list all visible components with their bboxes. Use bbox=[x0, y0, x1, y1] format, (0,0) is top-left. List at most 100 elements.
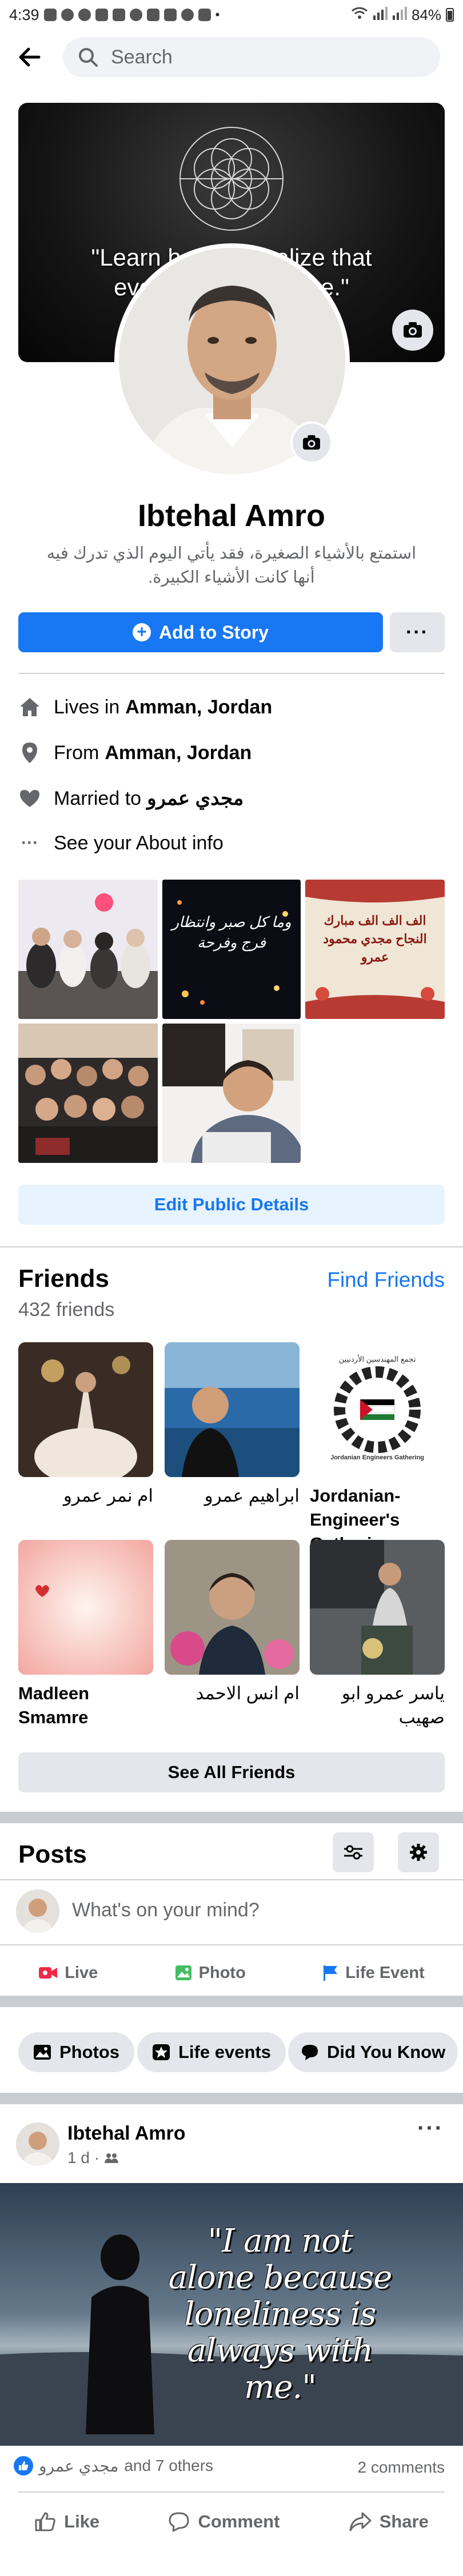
section-separator bbox=[0, 1996, 463, 2007]
lives-in-row[interactable]: Lives in Amman, Jordan bbox=[18, 690, 272, 724]
post-author[interactable]: Ibtehal Amro bbox=[67, 2122, 186, 2145]
whats-on-your-mind-input[interactable]: What's on your mind? bbox=[72, 1899, 260, 1921]
divider bbox=[0, 1879, 463, 1880]
avatar[interactable] bbox=[16, 2122, 59, 2166]
friend-name[interactable]: ام انس الاحمد bbox=[165, 1682, 300, 1706]
edit-public-details-button[interactable]: Edit Public Details bbox=[18, 1185, 445, 1225]
friends-audience-icon bbox=[105, 2153, 119, 2163]
from-row[interactable]: From Amman, Jordan bbox=[18, 736, 252, 770]
back-button[interactable] bbox=[11, 39, 48, 75]
plus-icon: + bbox=[133, 623, 151, 641]
wifi-icon bbox=[351, 6, 368, 24]
see-all-friends-button[interactable]: See All Friends bbox=[18, 1752, 445, 1792]
post-image[interactable]: "I am not alone because loneliness is al… bbox=[0, 2183, 463, 2446]
profile-more-button[interactable]: ··· bbox=[390, 612, 445, 652]
live-label: Live bbox=[65, 1963, 98, 1982]
speech-bubble-icon bbox=[302, 2045, 318, 2060]
live-video-icon bbox=[39, 1967, 58, 1979]
mail-notification-icon bbox=[146, 9, 159, 21]
friend-avatar bbox=[165, 1342, 300, 1477]
profile-bio: استمتع بالأشياء الصغيرة، فقد يأتي اليوم … bbox=[46, 544, 417, 587]
married-value: مجدي عمرو bbox=[147, 788, 244, 809]
life-events-chip[interactable]: Life events bbox=[137, 2032, 286, 2072]
photo-image bbox=[162, 1024, 301, 1163]
photo-button[interactable]: Photo bbox=[175, 1964, 246, 1983]
live-button[interactable]: Live bbox=[38, 1964, 98, 1983]
pinterest-notification-icon bbox=[129, 9, 142, 21]
section-separator bbox=[0, 2093, 463, 2104]
comment-button[interactable]: Comment bbox=[168, 2511, 280, 2532]
battery-icon bbox=[446, 8, 454, 22]
featured-photo[interactable] bbox=[18, 1024, 158, 1163]
flower-of-life-graphic bbox=[179, 127, 284, 231]
friend-photo[interactable]: تجمع المهندسين الأردنيين Jordanian Engin… bbox=[310, 1342, 445, 1477]
from-value: Amman, Jordan bbox=[105, 741, 252, 764]
friend-photo[interactable] bbox=[165, 1342, 300, 1477]
featured-photo[interactable]: وما كل صبر وانتظار فرج وفرحة bbox=[162, 880, 301, 1019]
friend-photo[interactable] bbox=[18, 1342, 153, 1477]
life-event-button[interactable]: Life Event bbox=[322, 1964, 425, 1983]
reactions-name: مجدي عمرو bbox=[39, 2457, 119, 2475]
edit-cover-button[interactable] bbox=[392, 310, 433, 351]
reactions-summary[interactable]: مجدي عمرو and 7 others bbox=[14, 2456, 213, 2475]
friend-name[interactable]: ام نمر عمرو bbox=[18, 1484, 153, 1508]
friend-avatar bbox=[18, 1342, 153, 1477]
gmail-notification-icon bbox=[163, 9, 177, 21]
friend-name[interactable]: Madleen Smamre bbox=[18, 1682, 153, 1730]
photo-image bbox=[18, 1024, 158, 1163]
heart-icon bbox=[18, 787, 41, 810]
friend-photo[interactable] bbox=[18, 1540, 153, 1675]
featured-photo[interactable]: الف الف الف مبارك النجاح مجدي محمود عمرو bbox=[305, 880, 445, 1019]
back-arrow-icon bbox=[19, 47, 41, 67]
friend-name[interactable]: ابراهيم عمرو bbox=[165, 1484, 300, 1508]
life-events-chip-label: Life events bbox=[178, 2042, 271, 2062]
photo-image bbox=[18, 880, 158, 1019]
notification-icon bbox=[43, 9, 57, 21]
top-nav: Search bbox=[0, 30, 463, 85]
friend-avatar bbox=[310, 1540, 445, 1675]
add-to-story-button[interactable]: + Add to Story bbox=[18, 612, 383, 652]
profile-name: Ibtehal Amro bbox=[137, 499, 326, 533]
photos-chip[interactable]: Photos bbox=[18, 2032, 135, 2072]
logo-text: تجمع المهندسين الأردنيين bbox=[338, 1355, 416, 1363]
share-button[interactable]: Share bbox=[349, 2511, 429, 2532]
facebook-notification-icon bbox=[78, 9, 91, 21]
comments-count[interactable]: 2 comments bbox=[358, 2458, 445, 2477]
like-label: Like bbox=[64, 2511, 100, 2531]
gear-icon bbox=[410, 1844, 427, 1861]
more-horizontal-icon: ··· bbox=[21, 833, 38, 852]
search-input[interactable]: Search bbox=[63, 37, 440, 77]
sliders-icon bbox=[344, 1845, 362, 1860]
divider bbox=[18, 2491, 445, 2493]
featured-photo[interactable] bbox=[162, 1024, 301, 1163]
post-settings-button[interactable] bbox=[398, 1832, 439, 1872]
more-notifications-icon: • bbox=[215, 7, 220, 22]
photo-label: Photo bbox=[198, 1963, 246, 1982]
notification-icon bbox=[181, 9, 194, 21]
friend-photo[interactable] bbox=[310, 1540, 445, 1675]
filter-posts-button[interactable] bbox=[333, 1832, 374, 1872]
logo-subtext: Jordanian Engineers Gathering bbox=[330, 1454, 424, 1461]
relationship-row[interactable]: Married to مجدي عمرو bbox=[18, 781, 244, 816]
did-you-know-chip[interactable]: Did You Know bbox=[288, 2032, 458, 2072]
camera-icon bbox=[404, 322, 422, 338]
edit-profile-picture-button[interactable] bbox=[290, 422, 333, 464]
avatar-image bbox=[16, 2122, 59, 2166]
post-options-button[interactable]: ··· bbox=[417, 2116, 444, 2141]
composer-actions: Live Photo Life Event bbox=[0, 1955, 463, 1991]
youtube-notification-icon bbox=[95, 9, 108, 21]
lives-in-prefix: Lives in bbox=[54, 696, 120, 718]
featured-photo[interactable] bbox=[18, 880, 158, 1019]
posts-title: Posts bbox=[18, 1840, 87, 1868]
friend-photo[interactable] bbox=[165, 1540, 300, 1675]
facebook-notification-icon bbox=[61, 9, 74, 21]
search-placeholder: Search bbox=[111, 46, 173, 68]
camera-icon bbox=[303, 435, 320, 450]
avatar[interactable] bbox=[16, 1889, 59, 1933]
like-button[interactable]: Like bbox=[34, 2511, 99, 2532]
friend-name[interactable]: ياسر عمرو ابو صهيب bbox=[310, 1682, 445, 1730]
see-about-row[interactable]: ··· See your About info bbox=[18, 826, 223, 860]
find-friends-link[interactable]: Find Friends bbox=[327, 1268, 445, 1292]
add-to-story-label: Add to Story bbox=[159, 621, 269, 643]
divider bbox=[18, 673, 445, 674]
